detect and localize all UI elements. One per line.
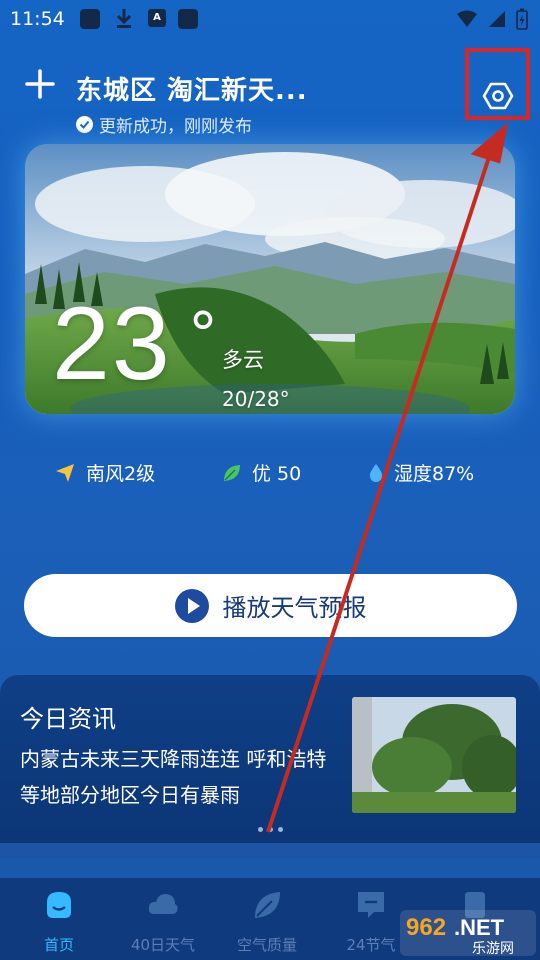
status-time: 11:54 bbox=[10, 8, 65, 30]
status-bar: 11:54 A bbox=[0, 0, 540, 38]
add-city-button[interactable] bbox=[22, 66, 58, 102]
svg-text:.NET: .NET bbox=[454, 915, 505, 940]
nav-home-label: 首页 bbox=[43, 936, 74, 954]
battery-icon bbox=[516, 8, 528, 30]
nav-home[interactable]: 首页 bbox=[14, 888, 104, 955]
home-icon bbox=[47, 892, 71, 918]
wind-arrow-icon bbox=[56, 463, 74, 482]
header: 东城区 淘汇新天... 更新成功，刚刚发布 bbox=[0, 58, 540, 138]
location-title[interactable]: 东城区 淘汇新天... bbox=[76, 70, 308, 107]
leaf-icon bbox=[224, 464, 240, 481]
news-thumbnail[interactable] bbox=[352, 697, 516, 813]
nav-air-quality[interactable]: 空气质量 bbox=[222, 888, 312, 955]
update-status: 更新成功，刚刚发布 bbox=[76, 112, 252, 137]
temperature-range: 20/28° bbox=[222, 387, 290, 411]
air-quality-text: 优 50 bbox=[252, 463, 302, 485]
nav-40day[interactable]: 40日天气 bbox=[118, 888, 208, 955]
svg-text:乐游网: 乐游网 bbox=[472, 941, 514, 957]
cloud-icon bbox=[148, 894, 178, 914]
news-headline[interactable]: 内蒙古未来三天降雨连连 呼和浩特等地部分地区今日有暴雨 bbox=[20, 741, 340, 813]
wifi-icon bbox=[457, 10, 477, 27]
update-status-text: 更新成功，刚刚发布 bbox=[99, 117, 252, 137]
current-temperature: 23 bbox=[52, 286, 172, 402]
svg-text:962: 962 bbox=[406, 914, 446, 941]
news-section-title: 今日资讯 bbox=[20, 705, 116, 733]
leaf-nav-icon bbox=[255, 892, 280, 918]
play-icon bbox=[174, 588, 209, 623]
app-notification-icon bbox=[178, 9, 198, 29]
system-icons bbox=[456, 8, 528, 30]
keyboard-icon: A bbox=[148, 9, 166, 27]
download-icon bbox=[116, 9, 132, 28]
notification-icon bbox=[80, 9, 100, 29]
weather-condition: 多云 bbox=[222, 348, 264, 372]
section-divider bbox=[0, 843, 540, 857]
nav-40day-label: 40日天气 bbox=[130, 936, 196, 954]
weather-stats-row: 南风2级 优 50 湿度87% bbox=[0, 459, 540, 489]
humidity-stat[interactable]: 湿度87% bbox=[368, 459, 474, 486]
pagination-dots bbox=[258, 827, 283, 832]
wind-text: 南风2级 bbox=[86, 463, 156, 485]
water-drop-icon bbox=[369, 463, 383, 482]
settings-highlight-box bbox=[465, 48, 530, 120]
wind-stat[interactable]: 南风2级 bbox=[54, 459, 155, 486]
check-icon bbox=[76, 116, 93, 133]
air-quality-stat[interactable]: 优 50 bbox=[222, 459, 301, 486]
site-watermark-logo: 962 .NET 乐游网 bbox=[400, 910, 536, 957]
play-forecast-button[interactable]: 播放天气预报 bbox=[24, 574, 517, 637]
humidity-text: 湿度87% bbox=[394, 463, 475, 485]
news-card[interactable]: 今日资讯 内蒙古未来三天降雨连连 呼和浩特等地部分地区今日有暴雨 bbox=[0, 675, 540, 843]
degree-symbol: ° bbox=[188, 300, 218, 370]
nav-air-quality-label: 空气质量 bbox=[236, 936, 297, 954]
signal-icon bbox=[489, 11, 505, 27]
play-forecast-label: 播放天气预报 bbox=[222, 594, 367, 622]
chat-bubble-icon bbox=[358, 892, 384, 918]
